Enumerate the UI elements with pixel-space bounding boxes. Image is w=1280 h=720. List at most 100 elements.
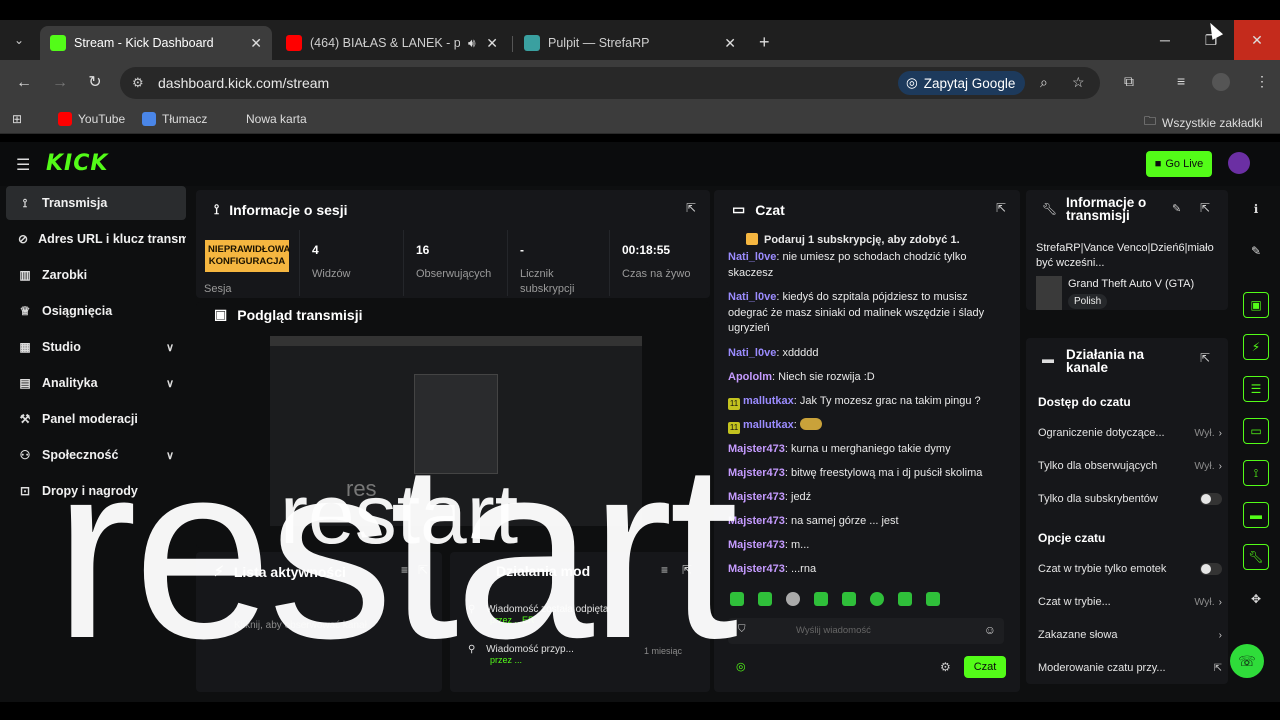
edit-pencil-icon[interactable]: ✎ (1243, 238, 1269, 264)
setting-row-chat-moderation[interactable]: Moderowanie czatu przy... ⇱ (1038, 662, 1222, 674)
channel-actions-icon: ▬ (1042, 352, 1054, 366)
stream-preview-tool-icon[interactable]: ▣ (1243, 292, 1269, 318)
close-tab-icon[interactable]: ✕ (250, 35, 262, 52)
emote-icon[interactable] (870, 592, 884, 606)
bookmark-youtube[interactable]: YouTube (58, 112, 125, 126)
back-icon[interactable]: ← (14, 73, 34, 93)
popout-icon[interactable]: ⇱ (1200, 201, 1210, 215)
chat-username[interactable]: Nati_l0ve (728, 291, 776, 303)
sidebar-item-transmisja[interactable]: ⟟ Transmisja (6, 186, 186, 220)
stat-value: 4 (312, 243, 319, 257)
sidebar-item-label: Osiągnięcia (42, 304, 113, 318)
emote-only-toggle[interactable] (1200, 563, 1222, 575)
site-info-icon[interactable]: ⚙ (132, 75, 144, 91)
emote-icon[interactable] (926, 592, 940, 606)
apps-grid-icon[interactable]: ⊞ (12, 112, 22, 126)
edit-pencil-icon[interactable]: ✎ (1172, 202, 1181, 215)
bolt-tool-icon[interactable]: ⚡︎ (1243, 334, 1269, 360)
shield-icon[interactable]: ⛉ (738, 624, 746, 635)
menu-kebab-icon[interactable]: ⋮ (1255, 73, 1269, 90)
sidebar-item-osiagniecia[interactable]: ♕ Osiągnięcia (6, 294, 186, 328)
url-text[interactable]: dashboard.kick.com/stream (158, 75, 329, 91)
minimize-icon[interactable]: ─ (1142, 20, 1188, 60)
all-bookmarks-folder[interactable]: 🗀︎ Wszystkie zakładki (1144, 112, 1263, 133)
youtube-icon (58, 112, 72, 126)
chat-username[interactable]: Majster473 (728, 515, 785, 527)
emote-icon[interactable] (758, 592, 772, 606)
chat-username[interactable]: Majster473 (728, 539, 785, 551)
sidebar-item-analityka[interactable]: ▤ Analityka ∨ (6, 366, 186, 400)
subscribers-only-toggle[interactable] (1200, 493, 1222, 505)
ask-google-button[interactable]: ◎ Zapytaj Google (898, 71, 1026, 95)
setting-row-chat-mode[interactable]: Czat w trybie... Wył. › (1038, 596, 1222, 608)
address-bar[interactable]: ⚙ dashboard.kick.com/stream ◎ Zapytaj Go… (120, 67, 1100, 99)
game-name[interactable]: Grand Theft Auto V (GTA) (1068, 278, 1194, 290)
setting-row-followers-only[interactable]: Tylko dla obserwujących Wył. › (1038, 460, 1222, 472)
close-tab-icon[interactable]: ✕ (486, 35, 498, 52)
emoji-icon[interactable]: ☺ (984, 623, 996, 637)
bookmark-star-icon[interactable]: ☆ (1072, 74, 1085, 91)
chat-tool-icon[interactable]: ▭ (1243, 418, 1269, 444)
kick-logo[interactable]: KICK (46, 151, 108, 176)
tab-youtube[interactable]: (464) BIAŁAS & LANEK - pr... 🔊︎ ✕ (276, 26, 508, 60)
emote-icon[interactable] (898, 592, 912, 606)
kick-points-icon[interactable]: ◎ (736, 660, 746, 673)
zoom-search-icon[interactable]: ⌕ (1040, 74, 1048, 91)
setting-row-banned-words[interactable]: Zakazane słowa › (1038, 629, 1222, 641)
chat-username[interactable]: Majster473 (728, 443, 785, 455)
stat-label: Licznik subskrypcji (520, 268, 575, 295)
setting-row-restriction[interactable]: Ograniczenie dotyczące... Wył. › (1038, 427, 1222, 439)
hamburger-menu-icon[interactable]: ☰ (16, 155, 30, 175)
tab-strefarp[interactable]: Pulpit — StrefaRP ✕ (514, 26, 746, 60)
wrench-icon: 🔧︎ (1042, 202, 1058, 216)
tab-title: Pulpit — StrefaRP (548, 36, 650, 50)
popout-icon[interactable]: ⇱ (686, 201, 696, 215)
new-tab-icon[interactable]: + (759, 32, 770, 53)
media-controls-icon[interactable]: ≡ (1177, 73, 1185, 89)
sidebar-item-studio[interactable]: ▦ Studio ∨ (6, 330, 186, 364)
bookmark-translate[interactable]: Tłumacz (142, 112, 207, 126)
chat-send-label: Czat (973, 661, 997, 673)
broadcast-tool-icon[interactable]: ⟟ (1243, 460, 1269, 486)
chat-input[interactable]: ⛉ Wyślij wiadomość ☺ (728, 618, 1004, 644)
actions-tool-icon[interactable]: ▬ (1243, 502, 1269, 528)
chat-settings-gear-icon[interactable]: ⚙ (940, 660, 951, 674)
emote-icon[interactable] (786, 592, 800, 606)
chat-panel: ▭ Czat ⇱ Podaruj 1 subskrypcję, aby zdob… (714, 190, 1020, 692)
sidebar-item-label: Zarobki (42, 268, 88, 282)
wrench-tool-icon[interactable]: 🔧︎ (1243, 544, 1269, 570)
close-tab-icon[interactable]: ✕ (724, 35, 736, 52)
emote-icon[interactable] (814, 592, 828, 606)
chat-username[interactable]: mallutkax (743, 395, 794, 407)
sidebar-item-stream-url[interactable]: ⊘ Adres URL i klucz transmisji (6, 222, 186, 256)
popout-icon[interactable]: ⇱ (1200, 351, 1210, 365)
chat-username[interactable]: Apololm (728, 371, 772, 383)
puzzle-icon[interactable]: ✥ (1243, 586, 1269, 612)
chat-username[interactable]: Majster473 (728, 467, 785, 479)
speaker-icon[interactable]: 🔊︎ (468, 36, 476, 51)
chat-send-button[interactable]: Czat (964, 656, 1006, 678)
tab-search-icon[interactable]: ⌄ (8, 30, 30, 50)
tab-kick-dashboard[interactable]: Stream - Kick Dashboard ✕ (40, 26, 272, 60)
close-window-icon[interactable]: ✕ (1234, 20, 1280, 60)
profile-avatar-icon[interactable] (1212, 73, 1230, 91)
help-chat-bubble-icon[interactable]: ☏ (1230, 644, 1264, 678)
sidebar-item-zarobki[interactable]: ▥ Zarobki (6, 258, 186, 292)
forward-icon[interactable]: → (50, 73, 70, 93)
chat-username[interactable]: Nati_l0ve (728, 347, 776, 359)
extensions-icon[interactable]: ⧉ (1124, 73, 1134, 90)
emote-icon[interactable] (842, 592, 856, 606)
reload-icon[interactable]: ↻ (85, 73, 105, 93)
chat-username[interactable]: Majster473 (728, 563, 785, 575)
chat-promo[interactable]: Podaruj 1 subskrypcję, aby zdobyć 1. (746, 233, 960, 246)
chat-username[interactable]: Nati_l0ve (728, 251, 776, 263)
popout-icon[interactable]: ⇱ (996, 201, 1006, 215)
chat-username[interactable]: mallutkax (743, 419, 794, 431)
user-avatar[interactable] (1228, 152, 1250, 174)
misconfiguration-badge[interactable]: NIEPRAWIDŁOWA KONFIGURACJA (205, 240, 290, 272)
info-icon[interactable]: ℹ (1243, 196, 1269, 222)
go-live-button[interactable]: ■ Go Live (1146, 151, 1212, 177)
bookmark-new-tab[interactable]: Nowa karta (246, 112, 307, 126)
chat-username[interactable]: Majster473 (728, 491, 785, 503)
list-tool-icon[interactable]: ☰ (1243, 376, 1269, 402)
